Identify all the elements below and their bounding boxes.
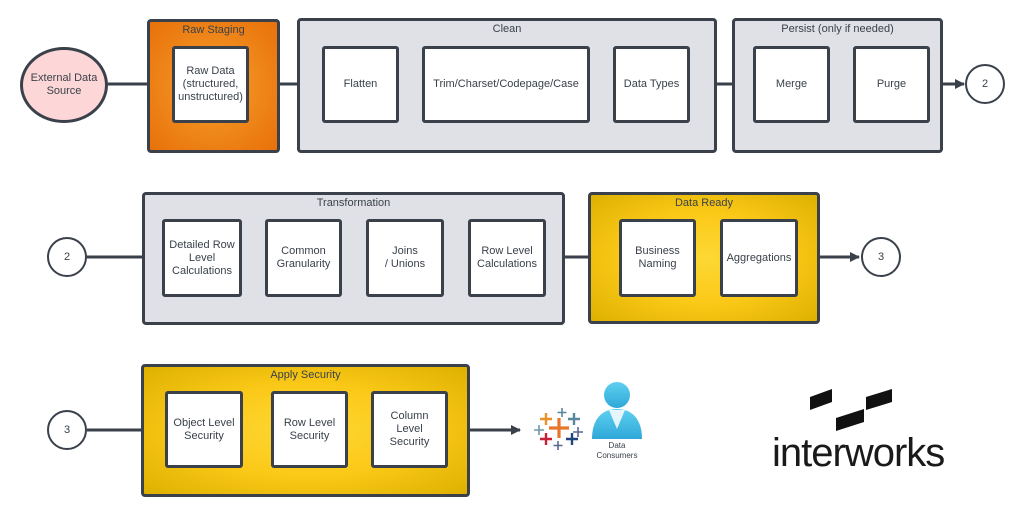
group-title-apply-security: Apply Security (270, 369, 341, 381)
interworks-logo-text: interworks (772, 431, 945, 475)
user-icon (592, 382, 642, 439)
step-label: Purge (876, 78, 907, 90)
step-label: Merge (775, 78, 808, 90)
connector-label: 2 (63, 251, 71, 263)
group-title-raw-staging: Raw Staging (182, 24, 245, 36)
connector-3-in: 3 (47, 410, 87, 450)
connector-label: 3 (877, 251, 885, 263)
step-row-level-calcs: Row Level Calculations (468, 219, 546, 297)
step-label: Flatten (343, 78, 378, 90)
step-flatten: Flatten (322, 46, 399, 123)
step-label: Business Naming (635, 245, 680, 270)
data-consumers-label: Data Consumers (596, 441, 638, 460)
step-label: Common Granularity (276, 245, 331, 270)
step-purge: Purge (853, 46, 930, 123)
external-data-source-label: External Data Source (30, 72, 98, 97)
step-column-level-security: Column Level Security (371, 391, 448, 468)
step-data-types: Data Types (613, 46, 690, 123)
step-label: Row Level Calculations (477, 245, 537, 270)
step-label: Row Level Security (283, 416, 336, 442)
tableau-logo-icon (534, 408, 583, 450)
connector-2-in: 2 (47, 237, 87, 277)
step-business-naming: Business Naming (619, 219, 696, 297)
step-label: Data Types (623, 78, 680, 90)
connector-label: 3 (63, 424, 71, 436)
step-label: Aggregations (726, 251, 792, 264)
step-label: Raw Data (structured, unstructured) (178, 65, 243, 103)
step-label: Column Level Security (389, 410, 430, 448)
group-title-transformation: Transformation (316, 197, 391, 209)
step-aggregations: Aggregations (720, 219, 798, 297)
group-title-persist: Persist (only if needed) (781, 23, 894, 35)
step-detailed-row-calcs: Detailed Row Level Calculations (162, 219, 242, 297)
step-label: Trim/Charset/Codepage/Case (433, 78, 579, 90)
step-trim-charset: Trim/Charset/Codepage/Case (422, 46, 590, 123)
connector-3-out: 3 (861, 237, 901, 277)
external-data-source: External Data Source (20, 47, 108, 123)
step-raw-data: Raw Data (structured, unstructured) (172, 46, 249, 123)
group-title-clean: Clean (492, 23, 522, 35)
step-common-granularity: Common Granularity (265, 219, 342, 297)
interworks-logo-icon (810, 389, 892, 431)
group-title-data-ready: Data Ready (674, 197, 734, 209)
step-label: Object Level Security (173, 416, 235, 442)
connector-label: 2 (981, 78, 989, 90)
step-merge: Merge (753, 46, 830, 123)
connector-2-out: 2 (965, 64, 1005, 104)
step-object-level-security: Object Level Security (165, 391, 243, 468)
step-label: Detailed Row Level Calculations (169, 238, 235, 277)
step-row-level-security: Row Level Security (271, 391, 348, 468)
step-label: Joins / Unions (384, 245, 426, 270)
step-joins-unions: Joins / Unions (366, 219, 444, 297)
